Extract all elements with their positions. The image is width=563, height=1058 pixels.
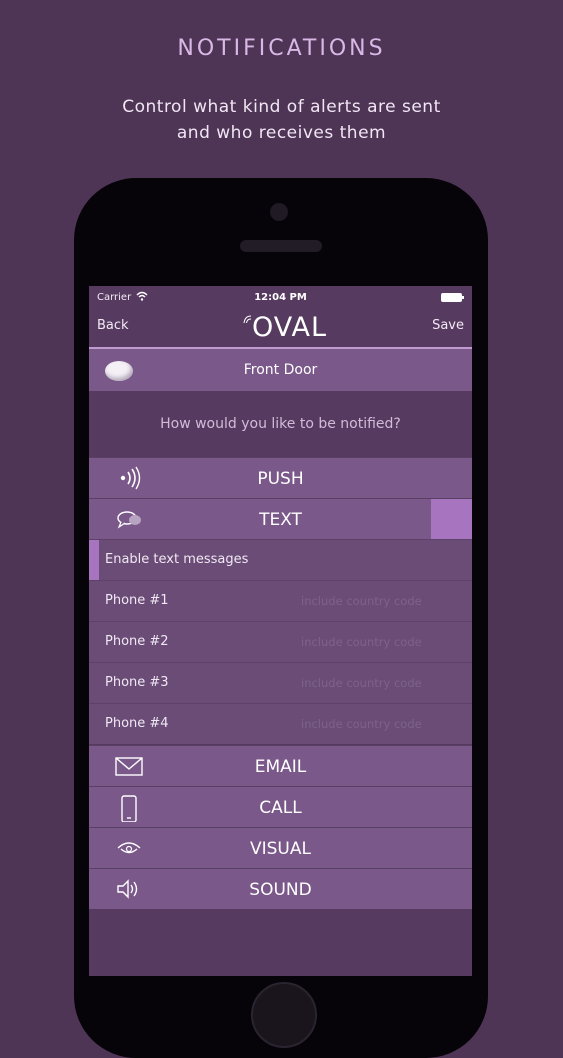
phone-input[interactable]: include country code	[301, 635, 422, 649]
status-time: 12:04 PM	[254, 292, 307, 303]
channel-row-call[interactable]: CALL	[89, 786, 472, 827]
channel-row-sound[interactable]: SOUND	[89, 868, 472, 909]
phone-input[interactable]: include country code	[301, 717, 422, 731]
back-button[interactable]: Back	[97, 318, 129, 333]
phone-row-3[interactable]: Phone #3 include country code	[89, 662, 472, 703]
logo-text: OVAL	[252, 312, 328, 343]
channel-row-visual[interactable]: VISUAL	[89, 827, 472, 868]
hero-subtitle: Control what kind of alerts are sent and…	[0, 94, 563, 146]
device-row[interactable]: Front Door	[89, 349, 472, 391]
channel-label-email: EMAIL	[254, 757, 307, 777]
hero-subtitle-line1: Control what kind of alerts are sent	[122, 97, 441, 117]
save-button[interactable]: Save	[432, 318, 464, 333]
battery-icon	[441, 293, 464, 302]
hero-title: NOTIFICATIONS	[177, 36, 386, 61]
phone-row-2[interactable]: Phone #2 include country code	[89, 621, 472, 662]
phone-label: Phone #1	[105, 593, 169, 608]
device-name: Front Door	[243, 362, 318, 378]
channel-row-push[interactable]: PUSH	[89, 457, 472, 498]
notify-question: How would you like to be notified?	[160, 416, 401, 432]
phone-input[interactable]: include country code	[301, 594, 422, 608]
phone-label: Phone #3	[105, 675, 169, 690]
phone-row-1[interactable]: Phone #1 include country code	[89, 580, 472, 621]
channel-row-email[interactable]: EMAIL	[89, 745, 472, 786]
hero-subtitle-line2: and who receives them	[176, 123, 387, 143]
channel-label-sound: SOUND	[249, 880, 312, 900]
phone-row-4[interactable]: Phone #4 include country code	[89, 703, 472, 744]
enable-text-row[interactable]: Enable text messages	[89, 539, 472, 580]
home-button[interactable]	[251, 982, 317, 1048]
phone-input[interactable]: include country code	[301, 676, 422, 690]
channel-label-call: CALL	[259, 798, 302, 818]
app-screen: Carrier 12:04 PM Back OVAL Save Front Do…	[89, 286, 472, 976]
oval-logo: OVAL	[241, 310, 326, 343]
phone-label: Phone #4	[105, 716, 169, 731]
text-toggle[interactable]	[431, 499, 472, 539]
nav-bar: Back OVAL Save	[89, 308, 472, 346]
status-bar: Carrier 12:04 PM	[89, 286, 472, 308]
enable-text-label: Enable text messages	[105, 552, 249, 567]
channel-label-text: TEXT	[259, 510, 302, 530]
enable-text-indicator	[89, 540, 99, 580]
channel-label-push: PUSH	[257, 469, 304, 489]
speaker-grille	[240, 240, 322, 252]
empty-area	[89, 909, 472, 976]
channel-row-text[interactable]: TEXT	[89, 498, 472, 539]
phone-label: Phone #2	[105, 634, 169, 649]
channel-label-visual: VISUAL	[250, 839, 311, 859]
camera-icon	[270, 203, 288, 221]
